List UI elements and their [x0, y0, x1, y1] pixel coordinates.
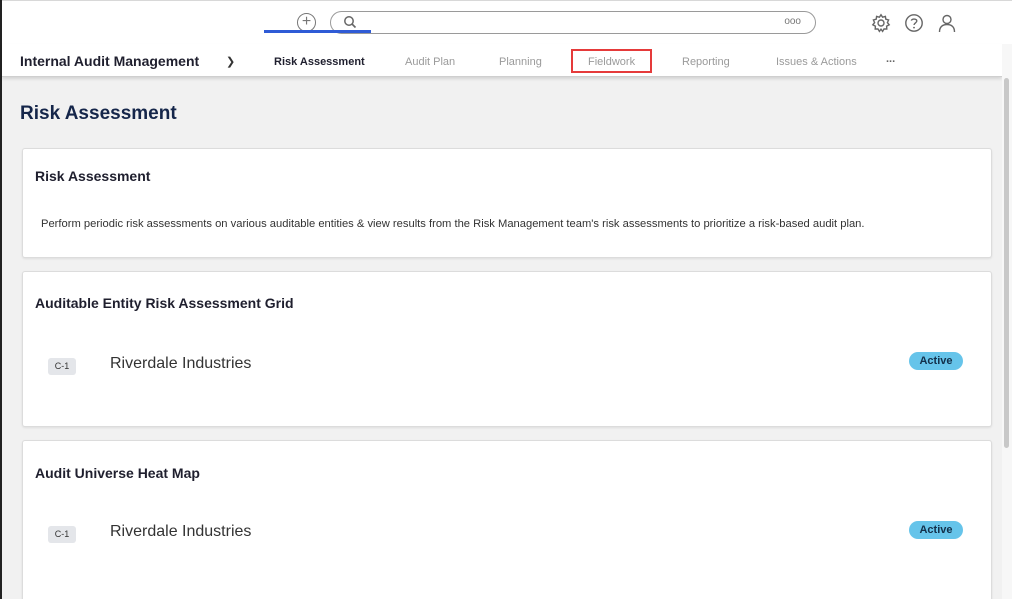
entity-name[interactable]: Riverdale Industries [110, 355, 251, 373]
card-title: Risk Assessment [35, 168, 151, 184]
top-bar: + ooo [2, 0, 1012, 44]
card-title: Audit Universe Heat Map [35, 465, 200, 481]
heat-map-card: Audit Universe Heat Map C-1 Riverdale In… [22, 440, 992, 599]
risk-assessment-grid-card: Auditable Entity Risk Assessment Grid C-… [22, 271, 992, 427]
card-title: Auditable Entity Risk Assessment Grid [35, 295, 294, 311]
more-tabs-button[interactable]: ... [886, 53, 895, 65]
scrollbar-thumb[interactable] [1004, 78, 1009, 448]
app-title[interactable]: Internal Audit Management [20, 53, 199, 69]
search-bar[interactable]: ooo [330, 11, 816, 34]
help-icon[interactable] [904, 13, 924, 33]
entity-code: C-1 [48, 358, 76, 375]
status-badge: Active [909, 352, 963, 370]
search-icon [344, 16, 357, 29]
active-tab-indicator [264, 30, 371, 33]
search-input[interactable] [365, 14, 765, 31]
search-options-button[interactable]: ooo [784, 16, 801, 27]
entity-code: C-1 [48, 526, 76, 543]
user-icon[interactable] [937, 13, 957, 33]
tab-risk-assessment[interactable]: Risk Assessment [274, 56, 365, 68]
fieldwork-highlight [571, 49, 652, 73]
navigation-bar: Internal Audit Management ❯ Risk Assessm… [2, 44, 1002, 77]
risk-assessment-card: Risk Assessment Perform periodic risk as… [22, 148, 992, 258]
chevron-down-icon[interactable]: ❯ [226, 55, 235, 68]
tab-planning[interactable]: Planning [499, 56, 542, 68]
tab-reporting[interactable]: Reporting [682, 56, 730, 68]
tab-audit-plan[interactable]: Audit Plan [405, 56, 455, 68]
settings-icon[interactable] [871, 13, 891, 33]
tab-issues-actions[interactable]: Issues & Actions [776, 56, 857, 68]
page-title: Risk Assessment [20, 103, 177, 124]
card-description: Perform periodic risk assessments on var… [41, 218, 865, 230]
status-badge: Active [909, 521, 963, 539]
entity-name[interactable]: Riverdale Industries [110, 523, 251, 541]
